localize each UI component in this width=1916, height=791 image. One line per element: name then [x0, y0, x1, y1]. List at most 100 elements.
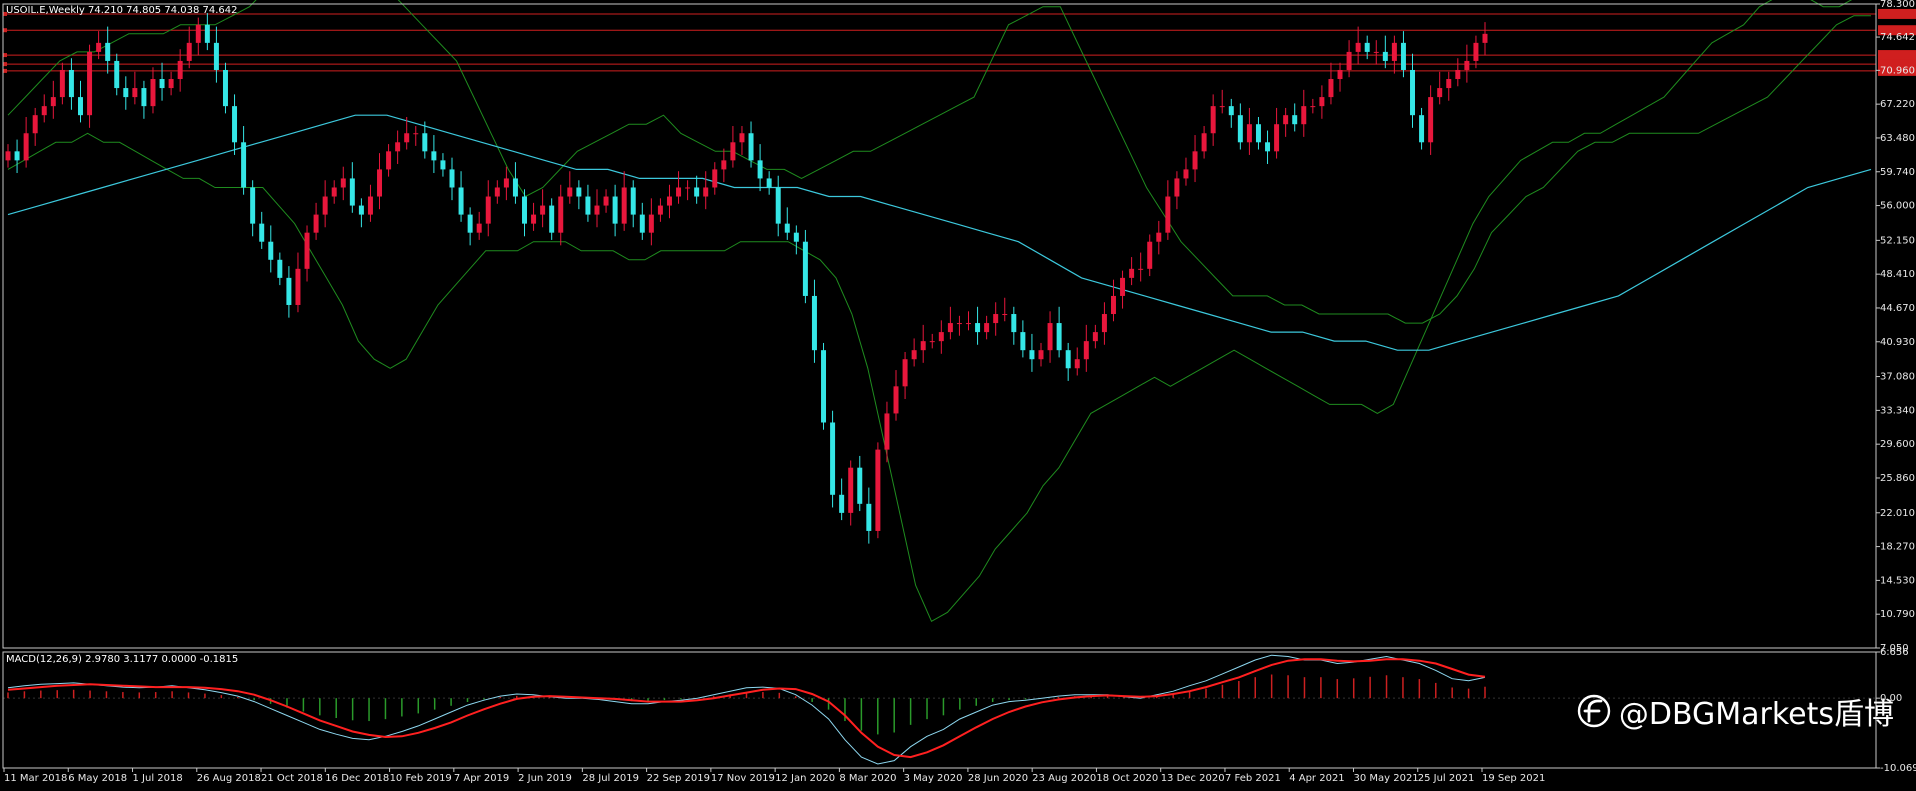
candle-body [1473, 42, 1479, 61]
candle-body [549, 205, 555, 233]
candle-body [232, 106, 238, 143]
y-tick-label: 52.150 [1880, 235, 1915, 246]
level-marker [3, 62, 7, 67]
x-tick-label: 23 Aug 2020 [1032, 773, 1096, 784]
candle-body [784, 223, 790, 233]
candle-body [531, 214, 537, 224]
candle-body [377, 169, 383, 197]
candle-body [1419, 115, 1425, 143]
y-tick-label: 18.270 [1880, 542, 1915, 553]
candle-body [703, 187, 709, 197]
candle-body [123, 88, 129, 98]
candle-body [1410, 69, 1416, 116]
candle-body [494, 187, 500, 197]
candle-body [1129, 268, 1135, 278]
candle-body [1265, 142, 1271, 152]
candle-body [322, 196, 328, 215]
candle-body [612, 196, 618, 224]
candle-body [821, 350, 827, 423]
candle-body [984, 323, 990, 333]
candle-body [1074, 359, 1080, 369]
price-chart[interactable]: 78.300 74.642 70.960 67.220 63.480 59.740 56.0… [0, 0, 1916, 791]
candle-body [150, 79, 156, 107]
level-marker [3, 53, 7, 58]
candle-body [893, 386, 899, 414]
candle-body [585, 196, 591, 215]
candle-body [1346, 51, 1352, 70]
candle-body [657, 205, 663, 215]
candle-body [168, 79, 174, 89]
candle-body [512, 178, 518, 197]
candle-body [1274, 124, 1280, 152]
candle-body [476, 223, 482, 233]
x-tick-label: 7 Feb 2021 [1225, 773, 1281, 784]
candle-body [1455, 69, 1461, 80]
candle-body [884, 413, 890, 450]
candle-body [911, 350, 917, 360]
candle-body [1138, 268, 1144, 270]
candle-body [259, 223, 265, 242]
candle-body [132, 88, 138, 98]
candle-body [920, 341, 926, 351]
candle-body [522, 196, 527, 224]
candle-body [1056, 323, 1062, 351]
candle-body [685, 187, 691, 189]
y-tick-label: 74.642 [1880, 32, 1915, 43]
candle-body [902, 359, 908, 387]
candle-body [449, 169, 455, 188]
y-tick-label: 33.340 [1880, 405, 1915, 416]
candle-body [866, 503, 872, 531]
candle-body [1446, 79, 1452, 89]
x-tick-label: 11 Mar 2018 [4, 773, 67, 784]
level-marker [3, 68, 7, 73]
candle-body [1192, 151, 1198, 170]
macd-y-tick-label: -10.0699 [1880, 763, 1916, 774]
candle-body [1373, 51, 1379, 53]
candle-body [1292, 115, 1298, 125]
candle-body [676, 187, 682, 197]
y-tick-label: 56.000 [1880, 201, 1915, 212]
candle-body [304, 232, 310, 269]
candle-body [1428, 97, 1434, 143]
candle-body [1364, 42, 1370, 52]
candle-body [1101, 314, 1107, 333]
candle-body [956, 323, 962, 325]
candle-body [413, 133, 419, 135]
candle-body [947, 323, 953, 333]
y-tick-label: 29.600 [1880, 439, 1915, 450]
y-tick-label: 25.860 [1880, 473, 1915, 484]
candle-body [966, 323, 971, 325]
watermark: @DBGMarkets盾博 [1577, 692, 1894, 732]
level-price-tag [1878, 50, 1916, 61]
candle-body [721, 160, 727, 170]
candle-body [993, 314, 999, 324]
candle-body [666, 196, 672, 206]
candle-body [1020, 332, 1026, 351]
candle-body [621, 187, 627, 224]
candle-body [811, 295, 817, 351]
candle-body [440, 160, 446, 170]
candle-body [186, 42, 192, 61]
x-tick-label: 13 Dec 2020 [1161, 773, 1225, 784]
candle-body [367, 196, 373, 215]
dbg-logo-icon [1577, 694, 1611, 728]
x-tick-label: 2 Jun 2019 [518, 773, 572, 784]
x-tick-label: 4 Apr 2021 [1289, 773, 1344, 784]
x-tick-label: 28 Jul 2019 [582, 773, 639, 784]
candle-body [1255, 124, 1261, 143]
candle-body [1147, 241, 1153, 269]
candle-body [331, 187, 337, 197]
candle-body [567, 187, 573, 197]
candle-body [630, 187, 636, 215]
candle-body [1382, 51, 1388, 61]
candle-body [213, 42, 219, 70]
y-tick-label: 67.220 [1880, 99, 1915, 110]
candle-body [395, 142, 401, 152]
candle-body [503, 178, 509, 188]
candle-body [105, 42, 111, 61]
candle-body [576, 187, 582, 197]
candle-body [1038, 350, 1044, 360]
candle-body [41, 106, 47, 116]
y-tick-label: 70.960 [1880, 65, 1915, 76]
candle-body [286, 277, 292, 305]
